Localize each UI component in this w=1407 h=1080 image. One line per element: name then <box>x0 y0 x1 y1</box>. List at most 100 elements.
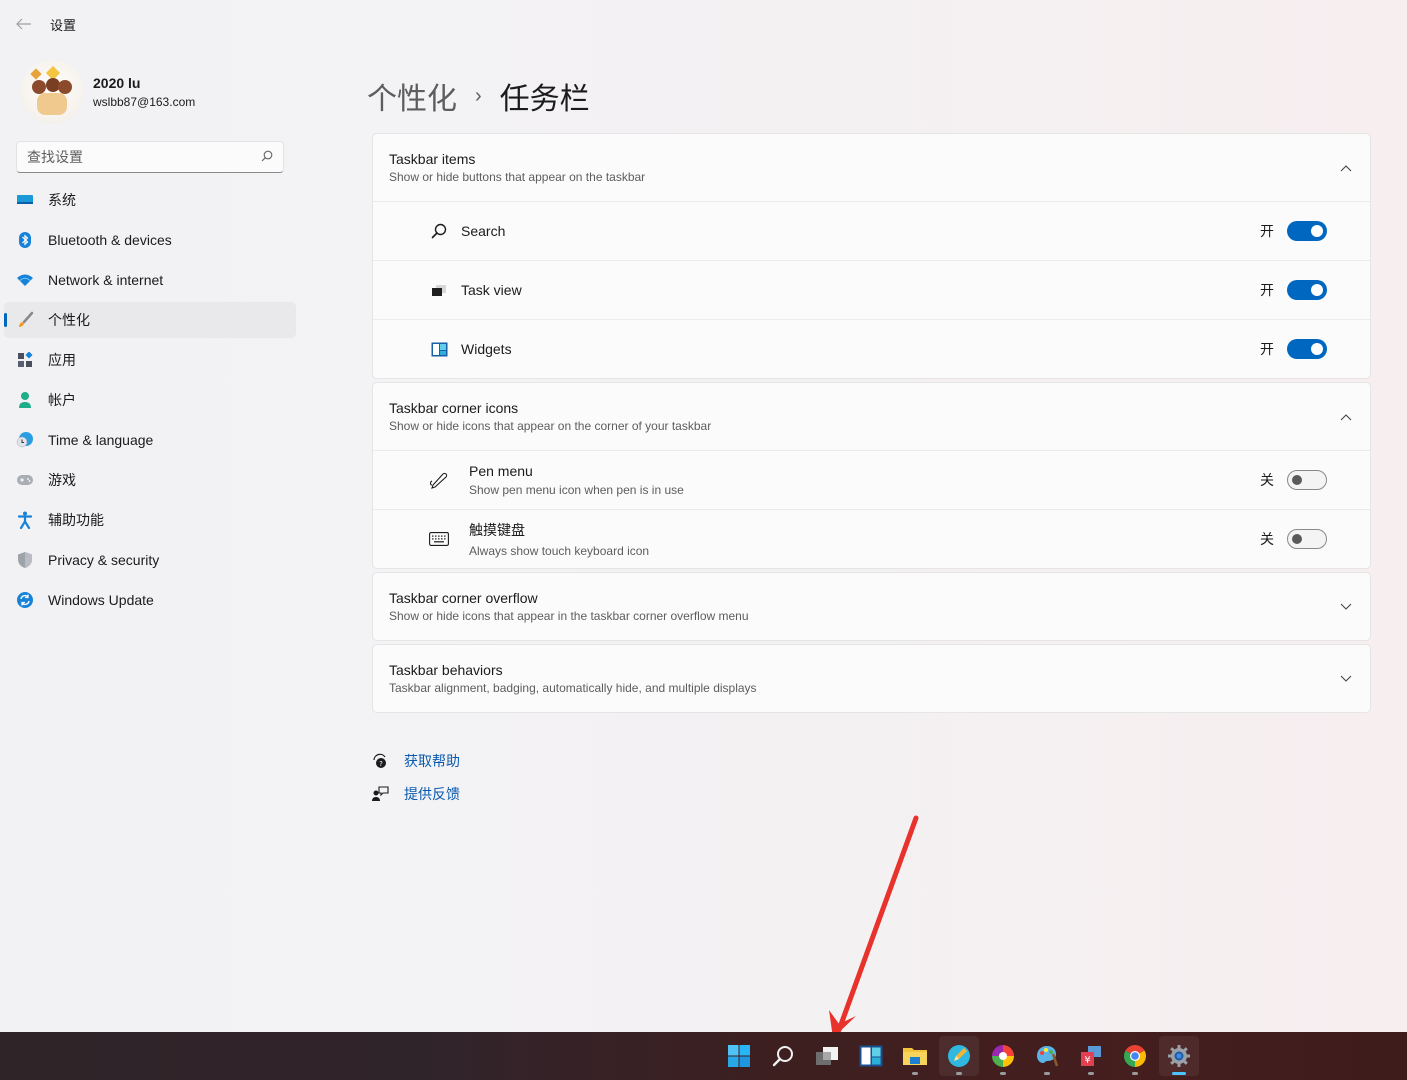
page-title: 任务栏 <box>499 83 590 116</box>
time-language-icon <box>16 431 34 449</box>
search-icon <box>429 221 449 241</box>
touch-keyboard-toggle[interactable] <box>1287 529 1327 549</box>
link-label: 获取帮助 <box>404 752 460 769</box>
taskbar-paint-app[interactable] <box>1027 1036 1067 1076</box>
setting-label: Pen menu <box>469 463 533 479</box>
pencil-app-icon <box>948 1045 970 1067</box>
task-view-icon <box>429 280 449 300</box>
pen-menu-toggle[interactable] <box>1287 470 1327 490</box>
sidebar-item-apps[interactable]: 应用 <box>4 342 296 378</box>
taskbar-file-explorer[interactable] <box>895 1036 935 1076</box>
section-subtitle: Show or hide buttons that appear on the … <box>389 170 646 184</box>
taskbar-color-wheel-app[interactable] <box>983 1036 1023 1076</box>
setting-label: Search <box>461 223 506 239</box>
taskbar-search[interactable] <box>763 1036 803 1076</box>
feedback-icon <box>370 784 390 804</box>
taskbar-start[interactable] <box>719 1036 759 1076</box>
running-indicator <box>1000 1072 1006 1075</box>
windows-start-icon <box>728 1045 750 1067</box>
sidebar-item-label: Time & language <box>48 432 154 448</box>
taskbar-items-section: Taskbar items Show or hide buttons that … <box>372 133 1371 379</box>
title-bar: 设置 <box>0 0 1407 48</box>
taskbar-items-header[interactable]: Taskbar items Show or hide buttons that … <box>373 134 1370 201</box>
color-wheel-icon <box>992 1045 1014 1067</box>
taskbar-behaviors-header[interactable]: Taskbar behaviors Taskbar alignment, bad… <box>373 645 1370 712</box>
breadcrumb: 个性化 › 任务栏 <box>367 74 590 118</box>
settings-search-box[interactable] <box>16 141 284 173</box>
sidebar-item-network[interactable]: Network & internet <box>4 262 296 298</box>
taskbar-widgets[interactable] <box>851 1036 891 1076</box>
feedback-link[interactable]: 提供反馈 <box>370 777 460 810</box>
svg-text:?: ? <box>379 760 383 768</box>
toggle-state-label: 开 <box>1260 341 1274 357</box>
section-title: Taskbar corner overflow <box>389 590 538 606</box>
search-toggle[interactable] <box>1287 221 1327 241</box>
back-arrow-icon <box>16 18 31 30</box>
setting-row-search: Search 开 <box>373 201 1370 260</box>
svg-text:¥: ¥ <box>1084 1055 1090 1066</box>
setting-row-pen-menu: Pen menu Show pen menu icon when pen is … <box>373 450 1370 509</box>
get-help-icon: ? <box>370 751 390 771</box>
running-indicator <box>1044 1072 1050 1075</box>
account-icon <box>16 391 34 409</box>
toggle-state-label: 关 <box>1260 472 1274 488</box>
task-view-toggle[interactable] <box>1287 280 1327 300</box>
taskbar-corner-icons-header[interactable]: Taskbar corner icons Show or hide icons … <box>373 383 1370 450</box>
sidebar-item-personalization[interactable]: 个性化 <box>4 302 296 338</box>
sidebar-item-time-language[interactable]: Time & language <box>4 422 296 458</box>
sidebar-item-gaming[interactable]: 游戏 <box>4 462 296 498</box>
get-help-link[interactable]: ? 获取帮助 <box>370 744 460 777</box>
taskbar-task-view[interactable] <box>807 1036 847 1076</box>
yen-app-icon: ¥ <box>1081 1046 1101 1066</box>
chevron-up-icon[interactable] <box>1338 161 1354 175</box>
toggle-state-label: 开 <box>1260 223 1274 239</box>
search-icon[interactable] <box>261 150 273 165</box>
setting-label: Task view <box>461 282 522 298</box>
sidebar-nav: 系统 Bluetooth & devices Network & interne… <box>4 182 296 622</box>
section-subtitle: Show or hide icons that appear in the ta… <box>389 609 749 623</box>
link-label: 提供反馈 <box>404 785 460 802</box>
profile-email: wslbb87@163.com <box>93 95 196 109</box>
personalization-brush-icon <box>16 311 34 329</box>
task-view-icon <box>816 1047 838 1065</box>
taskbar-currency-app[interactable]: ¥ <box>1071 1036 1111 1076</box>
setting-row-task-view: Task view 开 <box>373 260 1370 319</box>
taskbar-corner-overflow-header[interactable]: Taskbar corner overflow Show or hide ico… <box>373 573 1370 640</box>
back-button[interactable] <box>0 0 48 48</box>
sidebar-item-accessibility[interactable]: 辅助功能 <box>4 502 296 538</box>
sidebar-item-label: Bluetooth & devices <box>48 232 172 248</box>
chrome-icon <box>1124 1045 1146 1067</box>
toggle-state-label: 开 <box>1260 282 1274 298</box>
setting-label: Widgets <box>461 341 512 357</box>
chevron-up-icon[interactable] <box>1338 410 1354 424</box>
chevron-down-icon[interactable] <box>1338 672 1354 686</box>
sidebar-item-label: 辅助功能 <box>48 512 104 528</box>
search-icon <box>772 1046 793 1067</box>
widgets-icon <box>859 1045 883 1067</box>
help-links: ? 获取帮助 提供反馈 <box>370 744 460 810</box>
chevron-down-icon[interactable] <box>1338 600 1354 614</box>
sidebar-item-privacy[interactable]: Privacy & security <box>4 542 296 578</box>
keyboard-icon <box>429 529 449 549</box>
settings-search-input[interactable] <box>27 149 261 165</box>
section-subtitle: Taskbar alignment, badging, automaticall… <box>389 681 757 695</box>
user-profile[interactable]: 2020 lu wslbb87@163.com <box>20 60 195 124</box>
taskbar-corner-overflow-section[interactable]: Taskbar corner overflow Show or hide ico… <box>372 572 1371 641</box>
sidebar-item-bluetooth[interactable]: Bluetooth & devices <box>4 222 296 258</box>
taskbar-corner-icons-section: Taskbar corner icons Show or hide icons … <box>372 382 1371 569</box>
taskbar-behaviors-section[interactable]: Taskbar behaviors Taskbar alignment, bad… <box>372 644 1371 713</box>
sidebar-item-label: Network & internet <box>48 272 164 288</box>
taskbar-chrome[interactable] <box>1115 1036 1155 1076</box>
sidebar-item-system[interactable]: 系统 <box>4 182 296 218</box>
breadcrumb-parent[interactable]: 个性化 <box>367 74 457 118</box>
setting-description: Show pen menu icon when pen is in use <box>469 483 684 497</box>
taskbar-pencil-app[interactable] <box>939 1036 979 1076</box>
system-icon <box>16 191 34 209</box>
running-indicator <box>956 1072 962 1075</box>
taskbar-settings[interactable] <box>1159 1036 1199 1076</box>
widgets-toggle[interactable] <box>1287 339 1327 359</box>
section-subtitle: Show or hide icons that appear on the co… <box>389 419 712 433</box>
sidebar-item-windows-update[interactable]: Windows Update <box>4 582 296 618</box>
setting-row-touch-keyboard: 触摸键盘 Always show touch keyboard icon 关 <box>373 509 1370 568</box>
sidebar-item-accounts[interactable]: 帐户 <box>4 382 296 418</box>
